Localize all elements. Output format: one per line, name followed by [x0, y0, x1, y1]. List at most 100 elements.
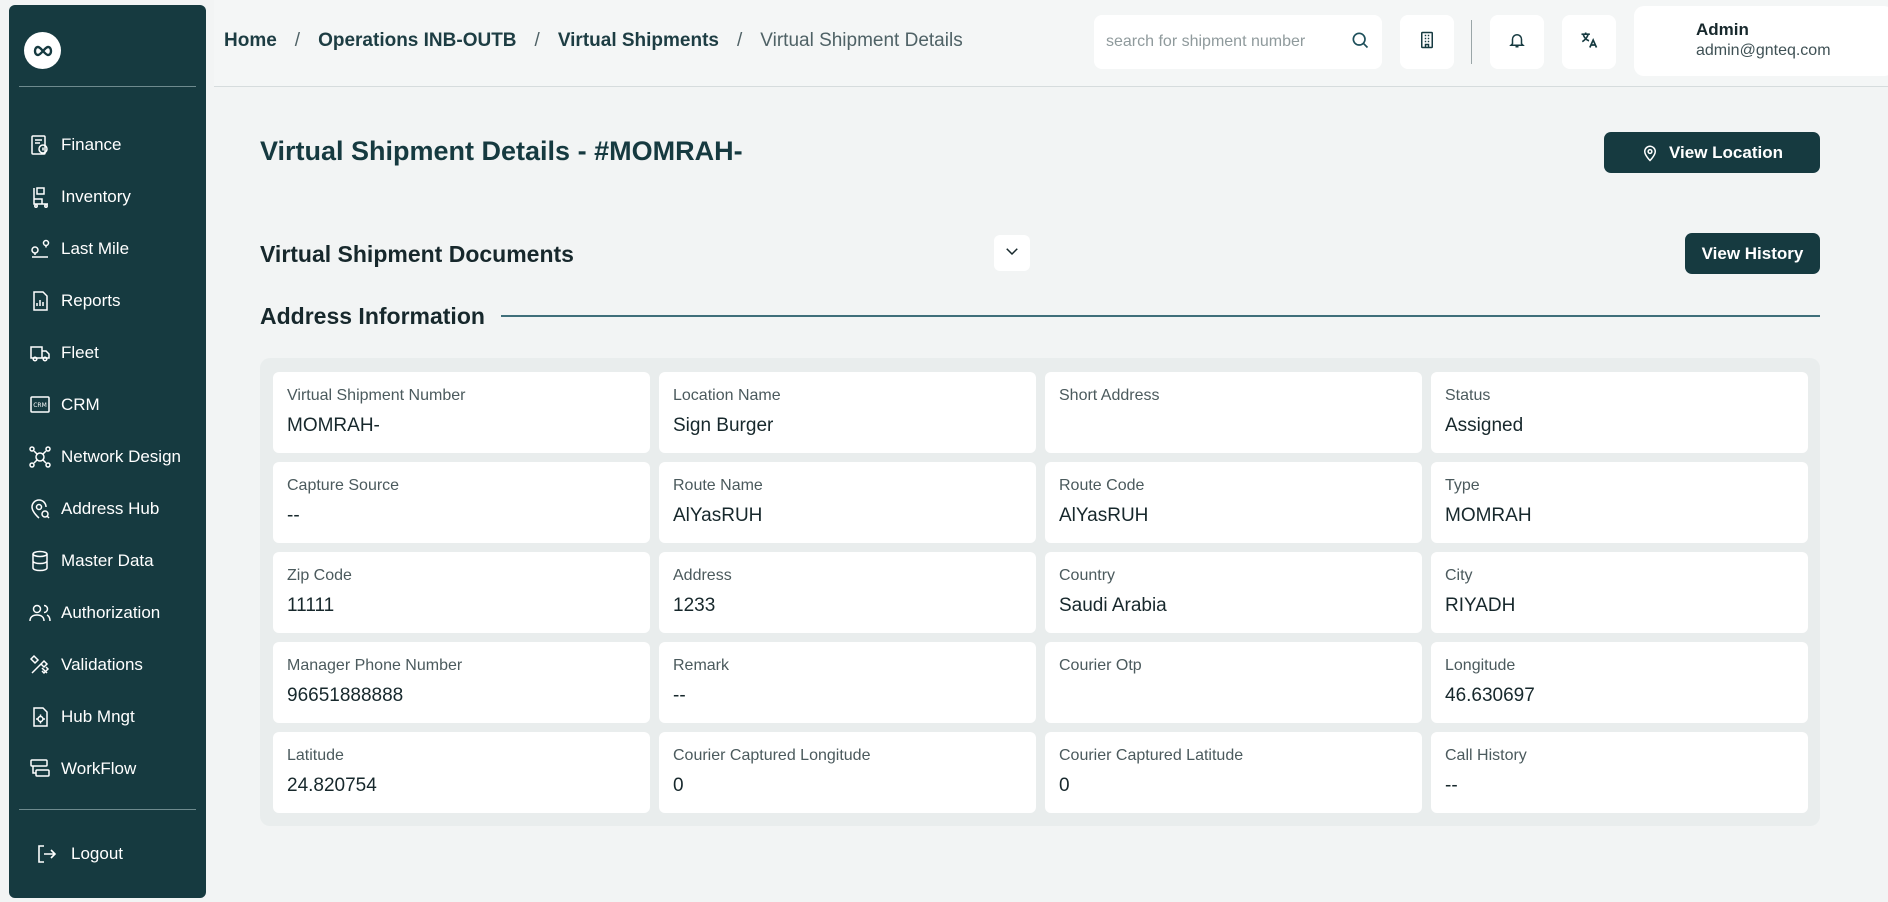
sidebar-item-label: Last Mile: [61, 239, 130, 258]
sidebar-item-crm[interactable]: CRM CRM: [9, 379, 206, 431]
info-field: Courier Otp: [1045, 642, 1422, 723]
location-pin-icon: [1641, 143, 1659, 163]
page-title: Virtual Shipment Details - #MOMRAH-: [260, 136, 743, 166]
sidebar-item-label: Reports: [61, 291, 121, 310]
finance-icon: [27, 132, 53, 158]
info-field: Latitude 24.820754: [273, 732, 650, 813]
sidebar-item-authorization[interactable]: Authorization: [9, 587, 206, 639]
info-field-label: Type: [1445, 477, 1480, 494]
info-field: Zip Code 11111: [273, 552, 650, 633]
info-field-value: --: [287, 505, 300, 526]
sidebar-item-workflow[interactable]: WorkFlow: [9, 743, 206, 795]
sidebar-item-master-data[interactable]: Master Data: [9, 535, 206, 587]
info-field-label: Courier Captured Longitude: [673, 747, 871, 764]
sidebar-item-network-design[interactable]: Network Design: [9, 431, 206, 483]
building-button[interactable]: [1400, 15, 1454, 69]
search-box: [1094, 15, 1382, 69]
info-field-value: RIYADH: [1445, 595, 1516, 616]
sidebar-nav: Finance Inventory Last Mile Reports Flee…: [9, 119, 206, 795]
sidebar-item-validations[interactable]: Validations: [9, 639, 206, 691]
sidebar-divider: [19, 809, 196, 810]
last-mile-icon: [27, 236, 53, 262]
sidebar-item-finance[interactable]: Finance: [9, 119, 206, 171]
sidebar-item-fleet[interactable]: Fleet: [9, 327, 206, 379]
sidebar-item-last-mile[interactable]: Last Mile: [9, 223, 206, 275]
sidebar-item-label: Finance: [61, 135, 122, 154]
info-field-label: Courier Captured Latitude: [1059, 747, 1244, 764]
sidebar-item-label: CRM: [61, 395, 100, 414]
search-input[interactable]: [1106, 33, 1350, 51]
hub-settings-icon: [27, 704, 53, 730]
sidebar-divider: [19, 86, 196, 87]
info-field-value: Assigned: [1445, 415, 1524, 436]
section-divider: [501, 315, 1820, 317]
workflow-icon: [27, 756, 53, 782]
info-field-label: Longitude: [1445, 657, 1516, 674]
info-field: Country Saudi Arabia: [1045, 552, 1422, 633]
location-icon: [27, 496, 53, 522]
info-field: Courier Captured Latitude 0: [1045, 732, 1422, 813]
info-field: Route Code AlYasRUH: [1045, 462, 1422, 543]
info-field-label: Virtual Shipment Number: [287, 387, 466, 404]
app-logo-icon[interactable]: [24, 32, 61, 69]
logout-label: Logout: [71, 844, 123, 863]
info-field-value: 0: [1059, 775, 1070, 796]
info-field: Courier Captured Longitude 0: [659, 732, 1036, 813]
view-location-button[interactable]: View Location: [1604, 132, 1820, 173]
sidebar-item-label: Authorization: [61, 603, 161, 622]
info-field-label: Route Code: [1059, 477, 1145, 494]
bell-icon: [1508, 31, 1526, 54]
info-field-value: AlYasRUH: [1059, 505, 1149, 526]
breadcrumb-operations[interactable]: Operations INB-OUTB: [318, 30, 516, 52]
info-field: Remark --: [659, 642, 1036, 723]
user-menu[interactable]: Admin admin@gnteq.com: [1634, 6, 1888, 76]
user-email: admin@gnteq.com: [1696, 42, 1831, 59]
info-field-label: Manager Phone Number: [287, 657, 463, 674]
address-section-title: Address Information: [260, 303, 485, 329]
info-field-label: Capture Source: [287, 477, 400, 494]
sidebar-item-inventory[interactable]: Inventory: [9, 171, 206, 223]
crm-icon: CRM: [27, 392, 53, 418]
building-icon: [1418, 31, 1436, 54]
search-icon[interactable]: [1350, 30, 1370, 55]
truck-icon: [27, 340, 53, 366]
info-field-label: Status: [1445, 387, 1491, 404]
info-field-value: AlYasRUH: [673, 505, 763, 526]
breadcrumb-virtual-shipments[interactable]: Virtual Shipments: [558, 30, 719, 52]
reports-icon: [27, 288, 53, 314]
logout-button[interactable]: Logout: [9, 825, 206, 883]
breadcrumb-separator: /: [534, 30, 540, 51]
info-field-value: 1233: [673, 595, 716, 616]
notifications-button[interactable]: [1490, 15, 1544, 69]
info-field-label: Call History: [1445, 747, 1527, 764]
info-field-value: --: [673, 685, 686, 706]
info-field-value: 0: [673, 775, 684, 796]
info-field: Address 1233: [659, 552, 1036, 633]
info-field-value: MOMRAH: [1445, 505, 1532, 526]
info-field-value: 96651888888: [287, 685, 404, 706]
info-field-label: Latitude: [287, 747, 344, 764]
language-button[interactable]: [1562, 15, 1616, 69]
info-field-label: Remark: [673, 657, 730, 674]
info-field-label: Zip Code: [287, 567, 352, 584]
info-field-label: Location Name: [673, 387, 781, 404]
view-history-button[interactable]: View History: [1685, 233, 1820, 274]
sidebar: Finance Inventory Last Mile Reports Flee…: [9, 5, 206, 898]
info-field: Type MOMRAH: [1431, 462, 1808, 543]
sidebar-item-label: WorkFlow: [61, 759, 137, 778]
sidebar-item-hub-mngt[interactable]: Hub Mngt: [9, 691, 206, 743]
translate-icon: [1579, 30, 1599, 55]
user-name: Admin: [1696, 20, 1749, 39]
documents-toggle-button[interactable]: [994, 235, 1030, 271]
info-field-value: MOMRAH-: [287, 415, 380, 436]
sidebar-item-reports[interactable]: Reports: [9, 275, 206, 327]
breadcrumb: Home / Operations INB-OUTB / Virtual Shi…: [224, 30, 963, 52]
logout-icon: [33, 841, 59, 867]
view-location-label: View Location: [1669, 142, 1783, 162]
network-icon: [27, 444, 53, 470]
info-field: Call History --: [1431, 732, 1808, 813]
info-field-label: Country: [1059, 567, 1116, 584]
breadcrumb-home[interactable]: Home: [224, 30, 277, 52]
sidebar-item-address-hub[interactable]: Address Hub: [9, 483, 206, 535]
breadcrumb-current: Virtual Shipment Details: [760, 30, 963, 51]
